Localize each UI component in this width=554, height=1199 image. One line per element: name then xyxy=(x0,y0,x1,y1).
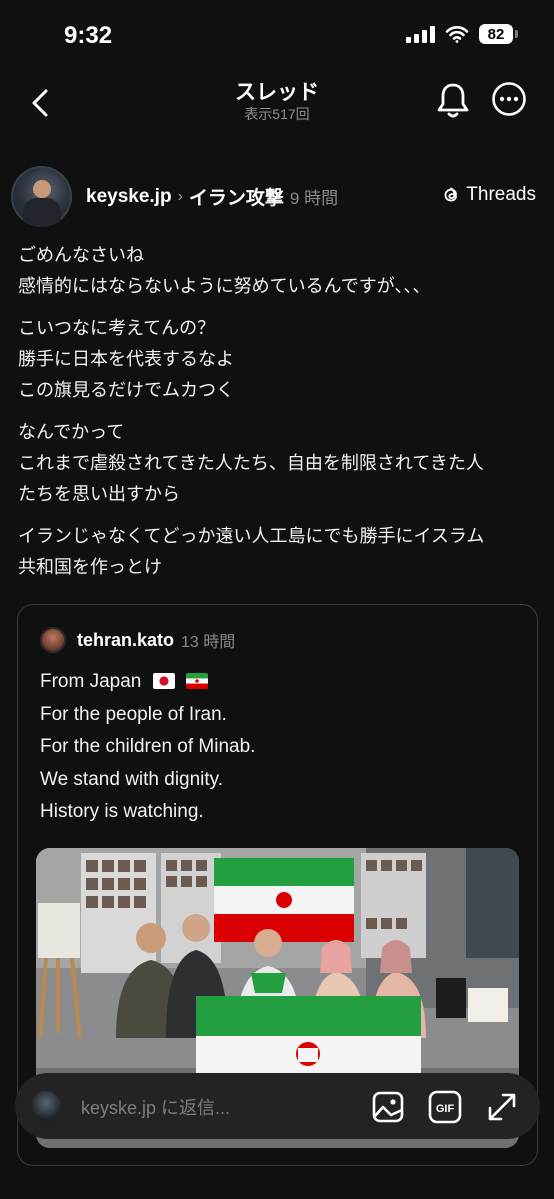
wifi-icon xyxy=(445,26,469,43)
post-line: こいつなに考えてんの？ xyxy=(18,318,216,338)
post-paragraph: こいつなに考えてんの？ 勝手に日本を代表するなよ この旗見るだけでムカつく xyxy=(18,313,540,406)
post-line: これまで虐殺されてきた人たち、自由を制限されてきた人 xyxy=(18,453,484,473)
quoted-line: For the children of Minab. xyxy=(40,736,256,757)
post-time: 9 時間 xyxy=(289,189,339,208)
svg-text:GIF: GIF xyxy=(436,1103,455,1115)
more-icon xyxy=(492,82,526,116)
expand-button[interactable] xyxy=(485,1090,519,1124)
post-line: ごめんなさいね xyxy=(18,245,144,265)
status-icons: 82 xyxy=(406,24,518,44)
avatar[interactable] xyxy=(11,166,72,227)
quoted-line: From Japan xyxy=(40,666,255,699)
post-line: なんでかって xyxy=(18,422,125,442)
author-username[interactable]: keyske.jp xyxy=(86,186,172,208)
topic-tag[interactable]: イラン攻撃 xyxy=(189,183,284,210)
post-paragraph: ごめんなさいね 感情的にはならないように努めているんですが、、、 xyxy=(18,240,540,302)
post-header: keyske.jp › イラン攻撃 9 時間 Threads xyxy=(0,166,554,228)
quoted-post-text: From Japan For the people of Iran. For t… xyxy=(40,666,255,829)
quoted-line: History is watching. xyxy=(40,801,204,822)
quoted-time: 13 時間 xyxy=(181,634,236,651)
status-time: 9:32 xyxy=(64,22,113,49)
gif-button[interactable]: GIF xyxy=(428,1090,462,1124)
quoted-avatar[interactable] xyxy=(40,627,66,653)
status-bar: 9:32 82 xyxy=(0,0,554,70)
post-author-line: keyske.jp › イラン攻撃 9 時間 xyxy=(86,183,338,210)
quoted-post-header: tehran.kato 13 時間 xyxy=(40,627,235,653)
gif-icon: GIF xyxy=(428,1090,462,1124)
attach-image-button[interactable] xyxy=(371,1090,405,1124)
post-paragraph: なんでかって これまで虐殺されてきた人たち、自由を制限されてきた人 たちを思い出… xyxy=(18,417,540,510)
post-line: たちを思い出すから xyxy=(18,484,180,504)
threads-icon xyxy=(444,187,458,202)
threads-link[interactable]: Threads xyxy=(440,184,536,206)
battery-level: 82 xyxy=(479,24,513,44)
iran-flag-icon xyxy=(185,673,208,689)
reply-composer[interactable]: keyske.jp に返信... GIF xyxy=(15,1073,540,1139)
threads-label: Threads xyxy=(466,184,536,205)
more-options-button[interactable] xyxy=(490,80,528,118)
battery-indicator: 82 xyxy=(479,24,518,44)
nav-header: スレッド 表示517回 xyxy=(0,72,554,132)
quoted-line: For the people of Iran. xyxy=(40,703,227,725)
notifications-button[interactable] xyxy=(434,80,472,120)
post-body: ごめんなさいね 感情的にはならないように努めているんですが、、、 こいつなに考え… xyxy=(18,240,540,594)
post-line: 共和国を作っとけ xyxy=(18,557,162,577)
expand-icon xyxy=(488,1093,516,1121)
reply-avatar xyxy=(31,1091,61,1121)
post-line: この旗見るだけでムカつく xyxy=(18,380,234,400)
post-line: イランじゃなくてどっか遠い人工島にでも勝手にイスラム xyxy=(18,526,485,546)
post-line: 感情的にはならないように努めているんですが、、、 xyxy=(18,276,431,296)
image-icon xyxy=(372,1091,404,1123)
post-line: 勝手に日本を代表するなよ xyxy=(18,349,234,369)
chevron-right-icon: › xyxy=(177,187,183,205)
reply-input[interactable]: keyske.jp に返信... xyxy=(81,1094,230,1120)
signal-icon xyxy=(406,25,435,43)
quoted-line: We stand with dignity. xyxy=(40,768,224,790)
quoted-username[interactable]: tehran.kato xyxy=(77,630,174,651)
post-paragraph: イランじゃなくてどっか遠い人工島にでも勝手にイスラム 共和国を作っとけ xyxy=(18,521,540,583)
bell-icon xyxy=(437,83,469,118)
japan-flag-icon xyxy=(152,673,175,689)
